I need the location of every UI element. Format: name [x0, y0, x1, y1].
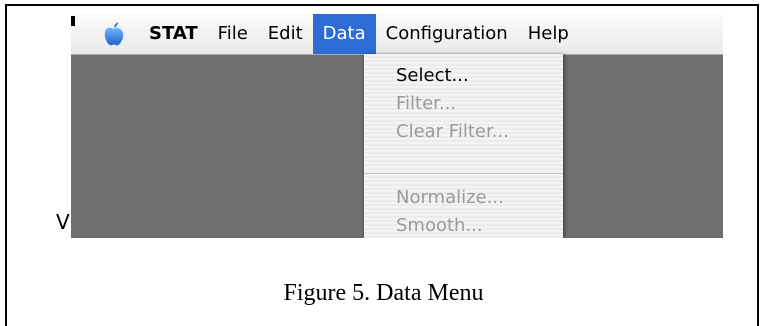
menu-help[interactable]: Help: [518, 14, 579, 54]
menu-edit[interactable]: Edit: [258, 14, 313, 54]
figure-caption: Figure 5. Data Menu: [283, 280, 484, 306]
menu-app-stat[interactable]: STAT: [143, 14, 208, 54]
menu-file[interactable]: File: [208, 14, 258, 54]
menu-item-smooth: Smooth...: [396, 215, 483, 236]
menu-item-clear-filter: Clear Filter...: [396, 121, 509, 142]
menu-separator: [364, 173, 563, 174]
menu-item-select[interactable]: Select...: [396, 64, 469, 88]
menu-bar: STAT File Edit Data Configuration Help: [71, 14, 723, 55]
app-screenshot: STAT File Edit Data Configuration Help S…: [71, 14, 723, 238]
menu-item-normalize: Normalize...: [396, 187, 504, 208]
data-menu-dropdown: Select... Filter... Clear Filter... Norm…: [364, 54, 563, 238]
menubar-corner-mark: [71, 16, 75, 26]
menu-data[interactable]: Data: [312, 14, 376, 54]
menu-configuration[interactable]: Configuration: [376, 14, 518, 54]
apple-logo-icon[interactable]: [103, 20, 125, 48]
stray-text-fragment: V: [56, 210, 70, 234]
menu-item-filter: Filter...: [396, 93, 457, 114]
